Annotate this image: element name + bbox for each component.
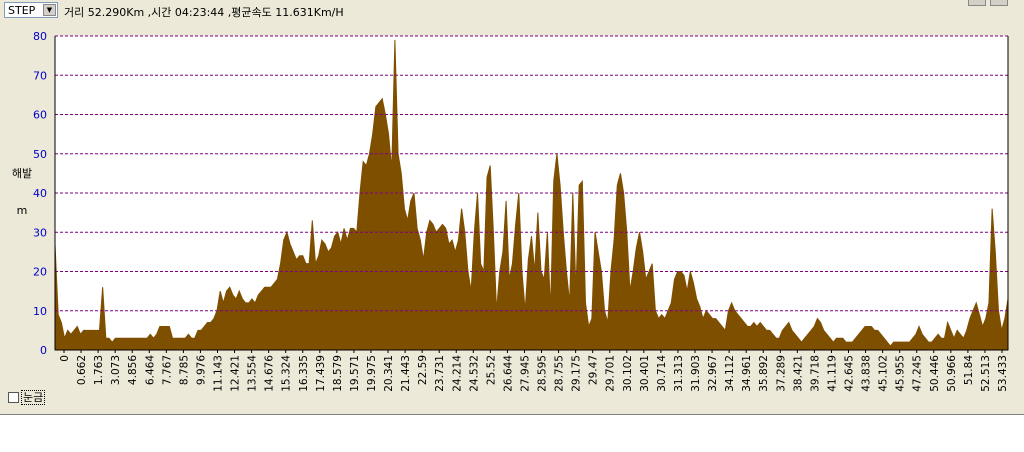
- x-tick-label: 26.644: [502, 355, 514, 392]
- x-tick-label: 19.571: [349, 355, 361, 392]
- y-axis-label: 해발: [12, 166, 32, 180]
- y-tick-label: 0: [40, 344, 47, 357]
- x-tick-label: 0: [59, 355, 71, 362]
- elevation-chart: 0 10 20 30 40 50 60 70 80 0 0.662 1.763 3.073 4.856 6.…: [12, 30, 1009, 392]
- x-tick-label: 30.714: [656, 355, 668, 392]
- x-tick-label: 31.903: [690, 355, 702, 392]
- mode-select[interactable]: STEP ▼: [4, 2, 58, 18]
- chevron-down-icon[interactable]: ▼: [43, 4, 56, 16]
- y-tick-label: 70: [33, 69, 47, 82]
- x-tick-label: 21.443: [400, 355, 412, 392]
- window-button[interactable]: [968, 0, 986, 6]
- x-tick-label: 11.143: [212, 355, 224, 392]
- y-axis-unit: m: [17, 204, 28, 217]
- x-tick-label: 23.731: [434, 355, 446, 392]
- grid-checkbox-label: 눈금: [21, 390, 46, 405]
- x-tick-label: 42.645: [844, 355, 856, 392]
- y-tick-label: 60: [33, 109, 47, 122]
- x-tick-label: 18.579: [332, 355, 344, 392]
- y-tick-label: 30: [33, 226, 47, 239]
- x-tick-label: 25.52: [485, 355, 497, 385]
- x-tick-label: 3.073: [110, 355, 122, 385]
- x-tick-label: 30.102: [622, 355, 634, 392]
- x-tick-label: 24.214: [451, 355, 463, 392]
- x-tick-label: 50.966: [946, 355, 958, 392]
- x-tick-label: 8.785: [178, 355, 190, 385]
- x-tick-label: 37.289: [775, 355, 787, 392]
- x-tick-label: 22.59: [417, 355, 429, 385]
- x-tick-label: 15.324: [281, 355, 293, 392]
- x-tick-label: 51.84: [963, 355, 975, 385]
- x-tick-label: 45.955: [895, 355, 907, 392]
- x-tick-label: 6.464: [144, 355, 156, 385]
- x-tick-label: 28.755: [554, 355, 566, 392]
- route-summary: 거리 52.290Km ,시간 04:23:44 ,평균속도 11.631Km/…: [64, 6, 344, 19]
- y-tick-label: 10: [33, 305, 47, 318]
- x-tick-label: 14.676: [264, 355, 276, 392]
- y-tick-label: 80: [33, 30, 47, 43]
- x-tick-label: 34.961: [741, 355, 753, 392]
- x-tick-label: 38.421: [792, 355, 804, 392]
- x-tick-label: 29.47: [588, 355, 600, 385]
- x-tick-label: 13.554: [247, 355, 259, 392]
- y-tick-label: 50: [33, 148, 47, 161]
- toolbar: STEP ▼ 거리 52.290Km ,시간 04:23:44 ,평균속도 11…: [0, 0, 1024, 22]
- x-tick-label: 17.439: [315, 355, 327, 392]
- x-tick-label: 35.892: [758, 355, 770, 392]
- mode-select-value: STEP: [8, 4, 36, 17]
- y-tick-label: 20: [33, 266, 47, 279]
- x-tick-label: 50.446: [929, 355, 941, 392]
- x-tick-label: 29.701: [605, 355, 617, 392]
- y-tick-label: 40: [33, 187, 47, 200]
- x-tick-label: 0.662: [76, 355, 88, 385]
- x-tick-label: 32.967: [707, 355, 719, 392]
- x-tick-label: 45.102: [878, 355, 890, 392]
- grid-checkbox[interactable]: [8, 392, 19, 403]
- x-tick-label: 29.175: [571, 355, 583, 392]
- x-tick-label: 20.341: [383, 355, 395, 392]
- x-tick-label: 24.532: [468, 355, 480, 392]
- x-tick-label: 30.401: [639, 355, 651, 392]
- x-tick-label: 52.513: [980, 355, 992, 392]
- x-tick-label: 12.421: [230, 355, 242, 392]
- x-tick-label: 19.975: [366, 355, 378, 392]
- x-tick-label: 41.119: [826, 355, 838, 392]
- profile-window: STEP ▼ 거리 52.290Km ,시간 04:23:44 ,평균속도 11…: [0, 0, 1024, 415]
- x-tick-label: 31.313: [673, 355, 685, 392]
- x-tick-label: 28.595: [537, 355, 549, 392]
- x-tick-label: 43.838: [861, 355, 873, 392]
- x-tick-label: 9.976: [195, 355, 207, 385]
- x-tick-label: 53.433: [997, 355, 1009, 392]
- x-tick-label: 34.112: [724, 355, 736, 392]
- x-tick-label: 47.245: [912, 355, 924, 392]
- x-tick-label: 39.718: [809, 355, 821, 392]
- x-tick-label: 16.335: [298, 355, 310, 392]
- x-tick-label: 27.945: [519, 355, 531, 392]
- close-icon[interactable]: [990, 0, 1008, 6]
- x-tick-label: 1.763: [93, 355, 105, 385]
- x-tick-label: 7.767: [161, 355, 173, 385]
- x-tick-label: 4.856: [127, 355, 139, 385]
